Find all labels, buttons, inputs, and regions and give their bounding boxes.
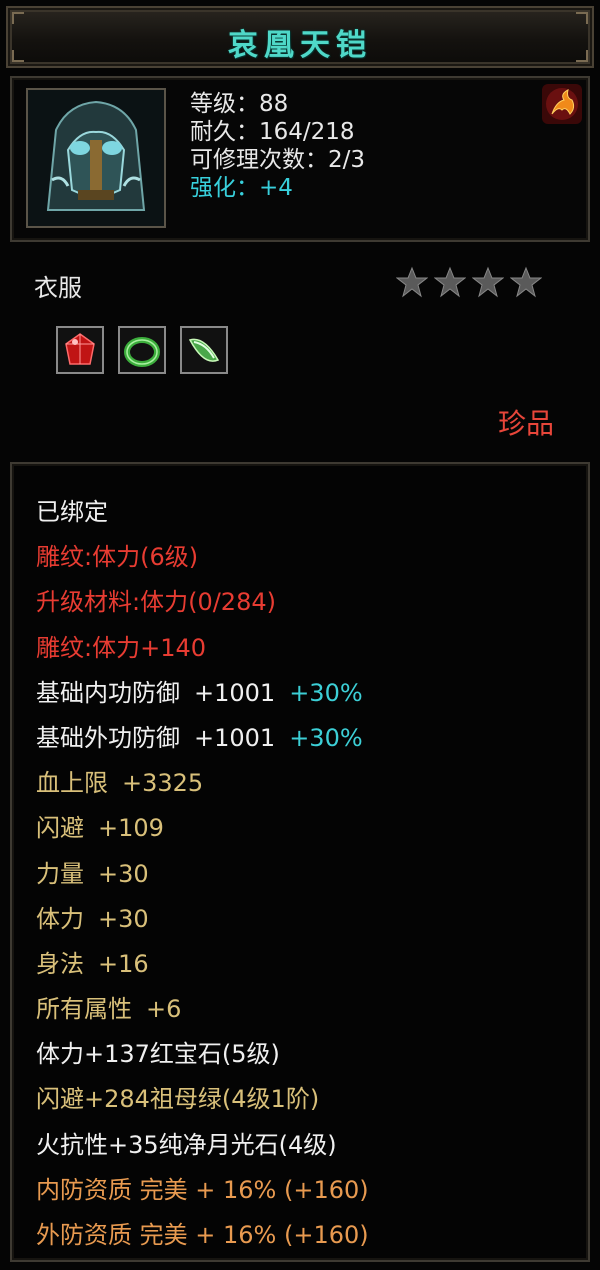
- enhance-text: 强化：+4: [190, 175, 293, 201]
- flame-icon: [542, 84, 582, 124]
- repair-count-text: 可修理次数：2/3: [190, 147, 366, 173]
- item-type: 衣服: [34, 274, 82, 302]
- bound-status: 已绑定: [36, 498, 108, 526]
- outer-quality-line: 外防资质 完美 + 16% (+160): [36, 1221, 369, 1249]
- dodge-line: 闪避 +109: [36, 814, 164, 843]
- engrave-bonus-line: 雕纹:体力+140: [36, 633, 207, 662]
- ruby-icon: [65, 333, 95, 365]
- attributes-panel: 已绑定 雕纹:体力(6级) 升级材料:体力(0/284) 雕纹:体力+140 基…: [10, 462, 590, 1262]
- item-tooltip: 哀凰天铠 等级：88 耐久：164/218 可修理次数：2/3 强化：+4 衣服…: [0, 0, 600, 1270]
- armor-icon: [26, 88, 166, 228]
- item-stats: 等级：88 耐久：164/218 可修理次数：2/3 强化：+4: [190, 90, 365, 202]
- star-icon: [434, 266, 466, 298]
- upgrade-material-line: 升级材料:体力(0/284): [36, 588, 276, 617]
- engrave-line: 雕纹:体力(6级): [36, 543, 199, 572]
- moonstone-icon: [188, 338, 220, 362]
- inner-quality-line: 内防资质 完美 + 16% (+160): [36, 1175, 369, 1204]
- star-icon: [472, 266, 504, 298]
- gem-bonus-emerald: 闪避+284祖母绿(4级1阶): [36, 1085, 320, 1114]
- hp-line: 血上限 +3325: [36, 769, 204, 798]
- star-rating: [396, 266, 542, 298]
- item-header: 等级：88 耐久：164/218 可修理次数：2/3 强化：+4: [10, 76, 590, 242]
- title-bar: 哀凰天铠: [6, 6, 594, 68]
- strength-line: 力量 +30: [36, 859, 149, 888]
- gem-bonus-moonstone: 火抗性+35纯净月光石(4级): [36, 1130, 337, 1159]
- gem-bonus-ruby: 体力+137红宝石(5级): [36, 1040, 280, 1069]
- stamina-line: 体力 +30: [36, 904, 149, 933]
- agility-line: 身法 +16: [36, 949, 149, 978]
- outer-defense-line: 基础外功防御 +1001 +30%: [36, 723, 363, 752]
- item-name: 哀凰天铠: [228, 28, 372, 63]
- rarity-label: 珍品: [497, 407, 554, 440]
- emerald-ring-icon: [124, 337, 160, 367]
- durability-text: 耐久：164/218: [190, 119, 355, 145]
- all-attributes-line: 所有属性 +6: [36, 995, 182, 1024]
- gem-slots: [56, 326, 228, 374]
- gem-slot-emerald[interactable]: [118, 326, 166, 374]
- star-icon: [396, 266, 428, 298]
- star-icon: [510, 266, 542, 298]
- inner-defense-line: 基础内功防御 +1001 +30%: [36, 678, 363, 707]
- gem-slot-ruby[interactable]: [56, 326, 104, 374]
- gem-slot-moonstone[interactable]: [180, 326, 228, 374]
- level-text: 等级：88: [190, 91, 289, 117]
